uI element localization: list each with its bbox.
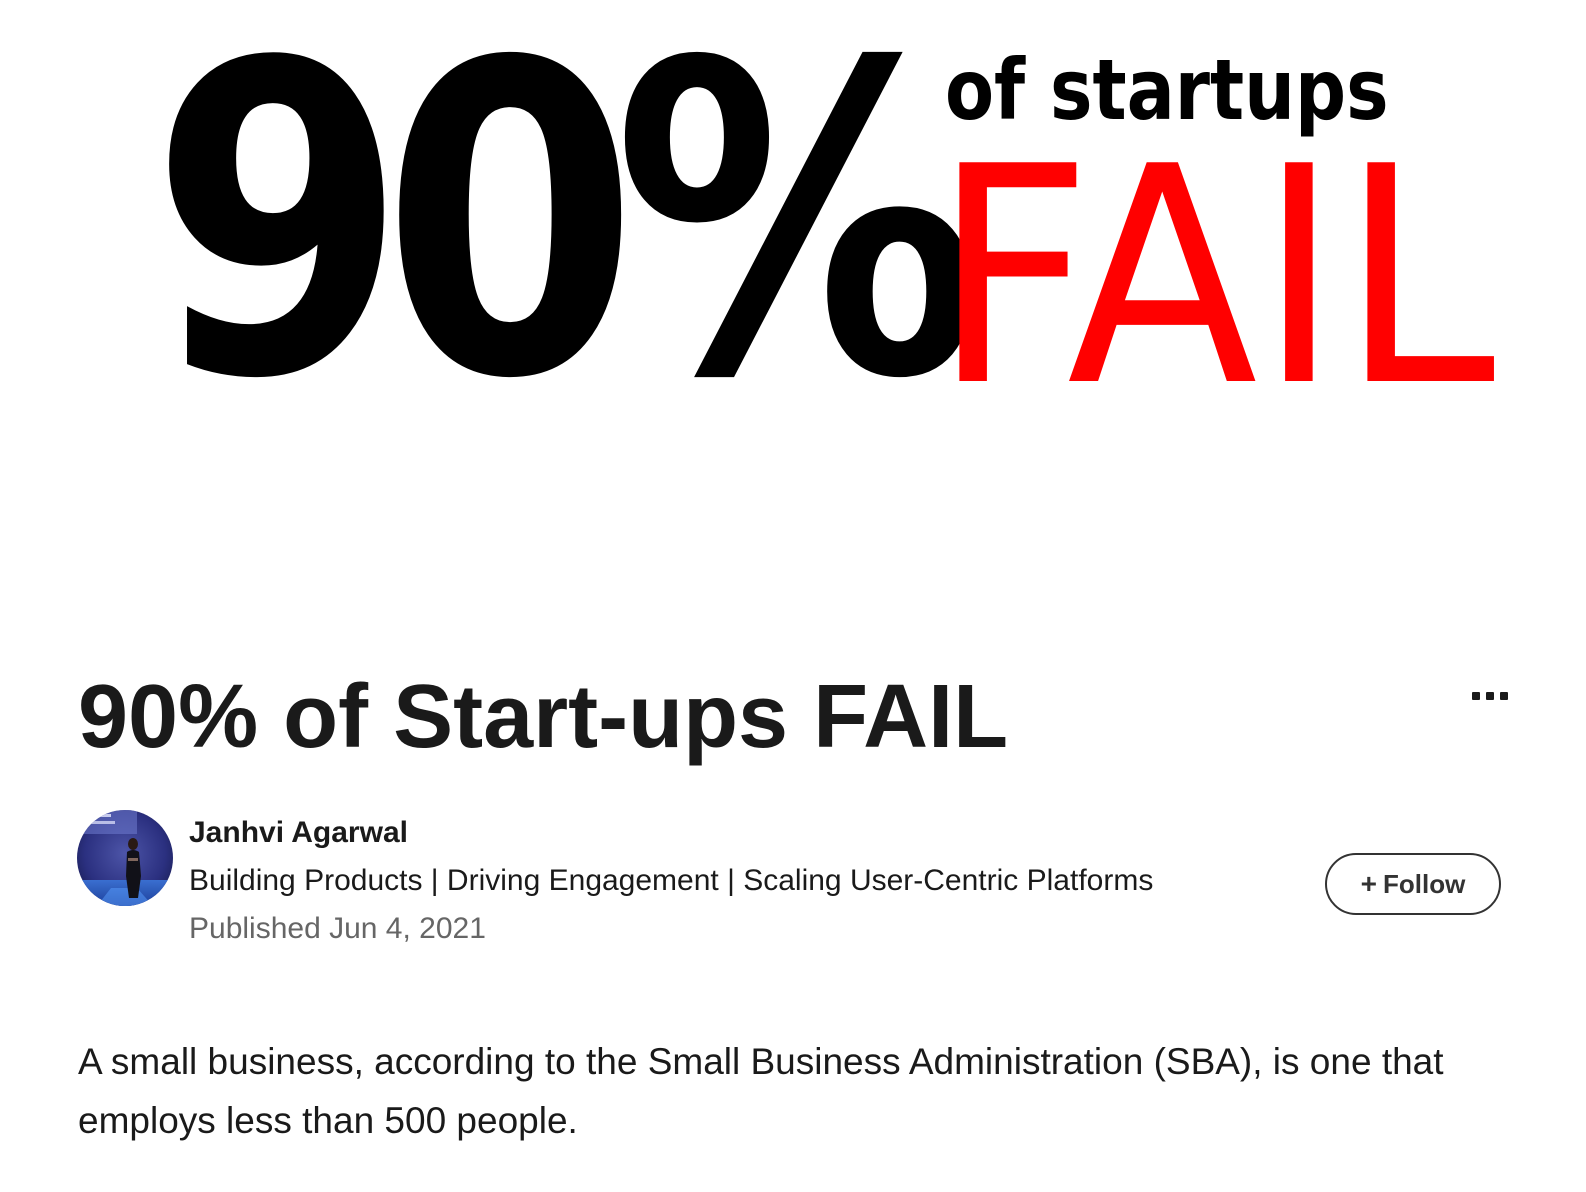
hero-percent-text: 90% <box>150 0 984 473</box>
follow-button-label: Follow <box>1383 868 1466 899</box>
avatar-photo-icon <box>77 810 173 906</box>
article-title: 90% of Start-ups FAIL <box>78 667 1009 767</box>
follow-button[interactable]: + Follow <box>1325 853 1501 915</box>
hero-fail-text: FAIL <box>932 103 1496 452</box>
more-options-button[interactable] <box>1462 676 1518 716</box>
avatar[interactable] <box>77 810 173 906</box>
hero-image: 90% of startups FAIL <box>0 0 1586 560</box>
published-date: Published Jun 4, 2021 <box>189 912 486 945</box>
more-horizontal-icon <box>1486 692 1494 700</box>
plus-icon: + <box>1360 868 1378 899</box>
article-body-paragraph: A small business, according to the Small… <box>78 1041 1444 1141</box>
more-horizontal-icon <box>1500 692 1508 700</box>
more-horizontal-icon <box>1472 692 1480 700</box>
author-name[interactable]: Janhvi Agarwal <box>189 814 408 852</box>
author-headline: Building Products | Driving Engagement |… <box>189 864 1154 897</box>
